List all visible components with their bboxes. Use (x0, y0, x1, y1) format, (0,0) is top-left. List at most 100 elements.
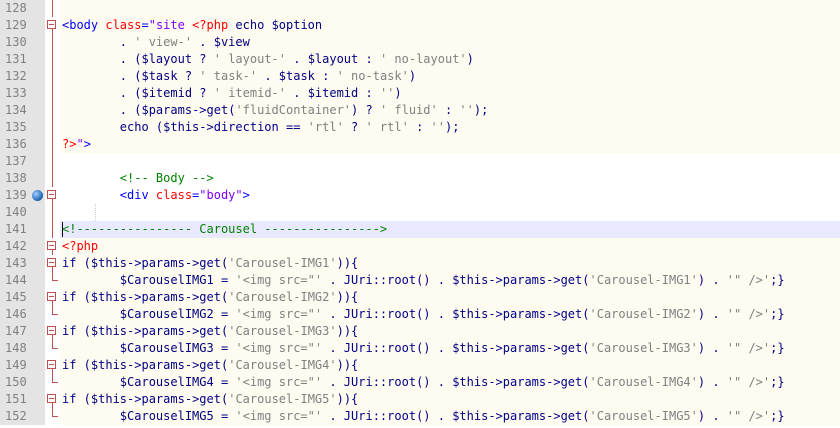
line-number: 152 (0, 408, 45, 425)
code-text[interactable]: $CarouselIMG2 = '<img src="' . JUri::roo… (60, 306, 840, 323)
code-token: -> (127, 256, 142, 270)
code-token: . (322, 273, 344, 287)
code-token: . (322, 409, 344, 423)
code-text[interactable]: if ($this->params->get('Carousel-IMG4'))… (60, 357, 840, 374)
code-editor[interactable]: 128 129 <body class="site <?php echo $opti… (0, 0, 840, 428)
code-line[interactable]: 140 (0, 204, 840, 221)
code-line[interactable]: 135 echo ($this->direction == 'rtl' ? ' … (0, 119, 840, 136)
code-text[interactable]: <!---------------- Carousel ------------… (60, 221, 840, 238)
code-token: -> (488, 409, 503, 423)
code-line[interactable]: 136 ?>"> (0, 136, 840, 153)
line-number: 149 (0, 357, 45, 374)
code-token: 'Carousel-IMG3' (589, 341, 698, 355)
code-token: " (76, 137, 84, 151)
code-text[interactable]: <div class="body"> (60, 187, 840, 204)
code-line[interactable]: 147 if ($this->params->get('Carousel-IMG3… (0, 323, 840, 340)
code-line[interactable]: 151 if ($this->params->get('Carousel-IMG5… (0, 391, 840, 408)
code-line[interactable]: 128 (0, 0, 840, 17)
code-token: )){ (336, 358, 359, 372)
code-line[interactable]: 133 . ($itemid ? ' itemid-' . $itemid : … (0, 85, 840, 102)
code-token: get (199, 256, 221, 270)
fold-toggle-icon[interactable] (45, 357, 60, 374)
code-text[interactable]: if ($this->params->get('Carousel-IMG1'))… (60, 255, 840, 272)
code-line[interactable]: 145 if ($this->params->get('Carousel-IMG2… (0, 289, 840, 306)
code-token: get (199, 392, 221, 406)
code-text[interactable]: <?php (60, 238, 840, 255)
code-token: . (322, 341, 344, 355)
code-text[interactable]: ?>"> (60, 136, 840, 153)
code-text[interactable]: $CarouselIMG3 = '<img src="' . JUri::roo… (60, 340, 840, 357)
fold-toggle-icon[interactable] (45, 187, 60, 204)
code-token: get (560, 409, 583, 423)
code-token: root (387, 273, 417, 287)
code-line[interactable]: 143 if ($this->params->get('Carousel-IMG1… (0, 255, 840, 272)
code-line[interactable]: 152 $CarouselIMG5 = '<img src="' . JUri:… (0, 408, 840, 425)
code-line[interactable]: 148 $CarouselIMG3 = '<img src="' . JUri:… (0, 340, 840, 357)
code-token: ? (192, 86, 214, 100)
code-text[interactable] (60, 153, 840, 170)
code-line[interactable]: 141 <!---------------- Carousel ---------… (0, 221, 840, 238)
code-token: -> (127, 358, 142, 372)
code-line[interactable]: 131 . ($layout ? ' layout-' . $layout : … (0, 51, 840, 68)
code-text[interactable]: . ($itemid ? ' itemid-' . $itemid : '') (60, 85, 840, 102)
fold-line (45, 408, 60, 425)
code-line[interactable]: 130 . ' view-' . $view (0, 34, 840, 51)
code-token: '<img src="' (235, 409, 323, 423)
code-line[interactable]: 138 <!-- Body --> (0, 170, 840, 187)
code-text[interactable]: . ($task ? ' task-' . $task : ' no-task'… (60, 68, 840, 85)
line-number: 145 (0, 289, 45, 306)
code-token: . (286, 52, 308, 66)
code-line[interactable]: 142 <?php (0, 238, 840, 255)
code-text[interactable]: <body class="site <?php echo $option (60, 17, 840, 34)
code-token: = (213, 307, 236, 321)
code-text[interactable]: . ($layout ? ' layout-' . $layout : ' no… (60, 51, 840, 68)
code-line[interactable]: 137 (0, 153, 840, 170)
code-text[interactable]: if ($this->params->get('Carousel-IMG5'))… (60, 391, 840, 408)
code-text[interactable]: . ($params->get('fluidContainer') ? ' fl… (60, 102, 840, 119)
code-text[interactable]: $CarouselIMG4 = '<img src="' . JUri::roo… (60, 374, 840, 391)
fold-toggle-icon[interactable] (45, 289, 60, 306)
code-token: JUri (343, 409, 373, 423)
code-token: ' fluid' (379, 103, 438, 117)
fold-toggle-icon[interactable] (45, 323, 60, 340)
code-text[interactable] (60, 0, 840, 17)
code-line[interactable]: 134 . ($params->get('fluidContainer') ? … (0, 102, 840, 119)
code-token: ); (444, 120, 460, 134)
line-number: 130 (0, 34, 45, 51)
fold-line (45, 272, 60, 289)
code-line[interactable]: 149 if ($this->params->get('Carousel-IMG4… (0, 357, 840, 374)
code-line[interactable]: 139 <div class="body"> (0, 187, 840, 204)
code-text[interactable]: echo ($this->direction == 'rtl' ? ' rtl'… (60, 119, 840, 136)
fold-toggle-icon[interactable] (45, 391, 60, 408)
code-line[interactable]: 129 <body class="site <?php echo $option (0, 17, 840, 34)
code-token: : (314, 69, 337, 83)
code-text[interactable]: $CarouselIMG1 = '<img src="' . JUri::roo… (60, 272, 840, 289)
code-text[interactable]: <!-- Body --> (60, 170, 840, 187)
bookmark-marker-icon[interactable] (32, 190, 43, 201)
code-text[interactable]: $CarouselIMG5 = '<img src="' . JUri::roo… (60, 408, 840, 425)
code-line[interactable]: 144 $CarouselIMG1 = '<img src="' . JUri:… (0, 272, 840, 289)
fold-toggle-icon[interactable] (45, 17, 60, 34)
code-token: ) . (697, 409, 727, 423)
code-text[interactable]: if ($this->params->get('Carousel-IMG3'))… (60, 323, 840, 340)
code-token: . ( (119, 103, 142, 117)
code-token: ;} (770, 375, 785, 389)
code-line[interactable]: 146 $CarouselIMG2 = '<img src="' . JUri:… (0, 306, 840, 323)
code-text[interactable]: if ($this->params->get('Carousel-IMG2'))… (60, 289, 840, 306)
code-token: 'rtl' (307, 120, 344, 134)
code-token: JUri (343, 341, 373, 355)
fold-toggle-icon[interactable] (45, 238, 60, 255)
code-token: : (358, 52, 380, 66)
code-token: -> (199, 120, 214, 134)
fold-toggle-icon[interactable] (45, 255, 60, 272)
code-token: = (213, 341, 236, 355)
code-token: $this (452, 273, 489, 287)
code-text[interactable] (60, 204, 840, 221)
code-text[interactable]: . ' view-' . $view (60, 34, 840, 51)
code-token: "site (148, 18, 193, 32)
code-line[interactable]: 132 . ($task ? ' task-' . $task : ' no-t… (0, 68, 840, 85)
code-line[interactable]: 150 $CarouselIMG4 = '<img src="' . JUri:… (0, 374, 840, 391)
